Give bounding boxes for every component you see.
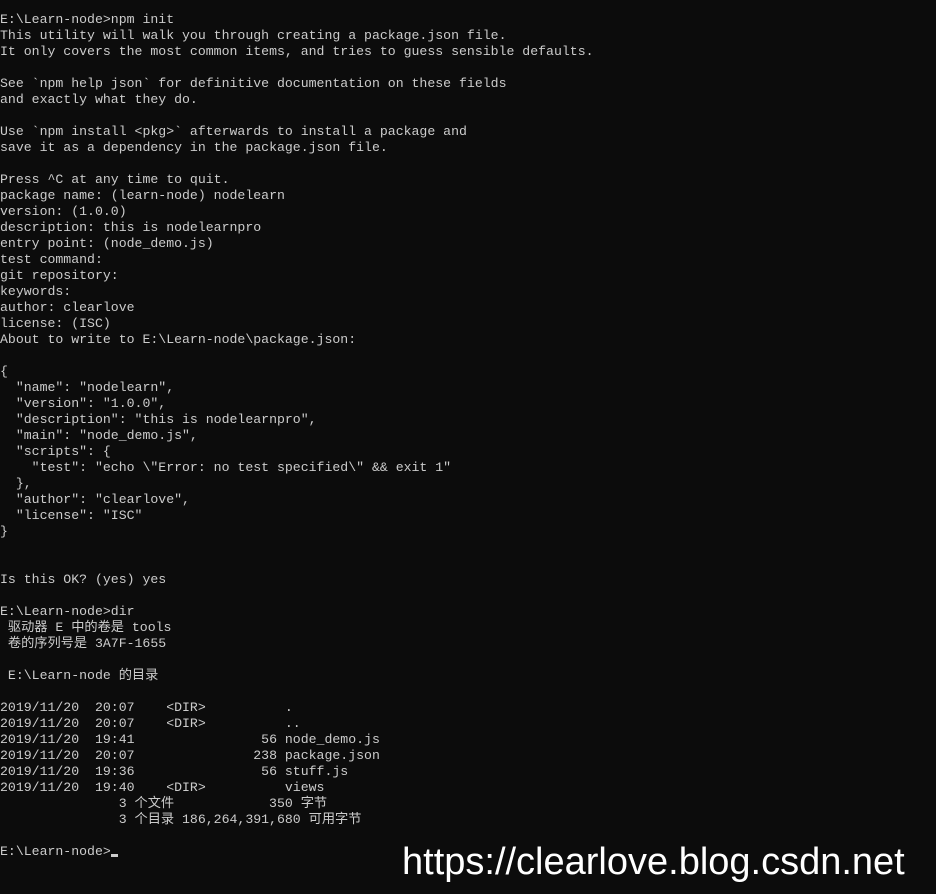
terminal-line: "version": "1.0.0", [0, 396, 167, 411]
terminal-line: "main": "node_demo.js", [0, 428, 198, 443]
terminal-line: 2019/11/20 20:07 <DIR> .. [0, 716, 301, 731]
terminal-line: 3 个目录 186,264,391,680 可用字节 [0, 812, 362, 827]
terminal-line: 2019/11/20 19:40 <DIR> views [0, 780, 325, 795]
terminal-line: 3 个文件 350 字节 [0, 796, 328, 811]
terminal-line: E:\Learn-node>dir [0, 604, 135, 619]
terminal-line: 2019/11/20 20:07 238 package.json [0, 748, 380, 763]
terminal-line: and exactly what they do. [0, 92, 198, 107]
watermark: https://clearlove.blog.csdn.net [402, 841, 905, 883]
terminal-line: version: (1.0.0) [0, 204, 127, 219]
terminal-line: 卷的序列号是 3A7F-1655 [0, 636, 167, 651]
terminal-line: "license": "ISC" [0, 508, 143, 523]
terminal-line: This utility will walk you through creat… [0, 28, 507, 43]
terminal-line: About to write to E:\Learn-node\package.… [0, 332, 357, 347]
text-cursor [110, 854, 118, 857]
terminal-line: 2019/11/20 20:07 <DIR> . [0, 700, 293, 715]
terminal-line: E:\Learn-node>npm init [0, 12, 175, 27]
terminal-line: "description": "this is nodelearnpro", [0, 412, 317, 427]
terminal-line: It only covers the most common items, an… [0, 44, 594, 59]
terminal-line: license: (ISC) [0, 316, 111, 331]
terminal-line: { [0, 364, 8, 379]
terminal-line: Use `npm install <pkg>` afterwards to in… [0, 124, 467, 139]
terminal-line: save it as a dependency in the package.j… [0, 140, 388, 155]
terminal-line: E:\Learn-node 的目录 [0, 668, 159, 683]
terminal-line: "scripts": { [0, 444, 111, 459]
prompt-text: E:\Learn-node> [0, 844, 111, 859]
terminal-line: Press ^C at any time to quit. [0, 172, 230, 187]
terminal-line: git repository: [0, 268, 119, 283]
terminal-line: description: this is nodelearnpro [0, 220, 262, 235]
terminal-line: Is this OK? (yes) yes [0, 572, 167, 587]
terminal-line: } [0, 524, 8, 539]
terminal-line: test command: [0, 252, 103, 267]
terminal-line: }, [0, 476, 32, 491]
terminal-line: author: clearlove [0, 300, 135, 315]
terminal-line: "test": "echo \"Error: no test specified… [0, 460, 452, 475]
terminal-line: 2019/11/20 19:36 56 stuff.js [0, 764, 349, 779]
terminal-line: keywords: [0, 284, 72, 299]
terminal-line: See `npm help json` for definitive docum… [0, 76, 507, 91]
terminal-line: "author": "clearlove", [0, 492, 190, 507]
terminal-line: package name: (learn-node) nodelearn [0, 188, 285, 203]
terminal-line: "name": "nodelearn", [0, 380, 175, 395]
terminal-line: 驱动器 E 中的卷是 tools [0, 620, 172, 635]
terminal-output[interactable]: E:\Learn-node>npm init This utility will … [0, 12, 594, 860]
terminal-line: 2019/11/20 19:41 56 node_demo.js [0, 732, 380, 747]
terminal-line: entry point: (node_demo.js) [0, 236, 214, 251]
